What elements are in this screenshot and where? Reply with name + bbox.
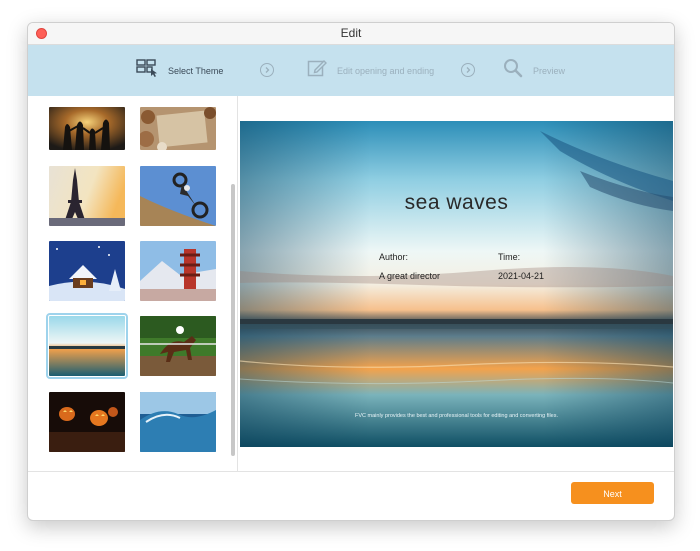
theme-thumbnail-snow-cabin[interactable] — [49, 241, 125, 301]
edit-icon — [307, 58, 327, 83]
theme-thumbnail-sea-waves[interactable] — [46, 313, 128, 379]
step-label: Preview — [533, 65, 566, 76]
theme-list-scrollbar[interactable] — [231, 184, 235, 456]
theme-thumbnail-horse-race[interactable] — [140, 316, 216, 376]
preview-background-image — [240, 121, 673, 447]
step-label: Select Theme — [168, 65, 224, 76]
step-bar: Select Theme Edit opening and ending Pre… — [28, 45, 674, 96]
author-label: Author: — [379, 252, 409, 262]
search-icon — [503, 58, 523, 83]
theme-thumbnail-halloween-pumpkins[interactable] — [49, 392, 125, 452]
theme-thumbnail-paper-note[interactable] — [140, 107, 216, 150]
preview-title: sea waves — [404, 191, 509, 214]
time-value: 2021-04-21 — [498, 271, 545, 281]
title-bar: Edit — [28, 23, 674, 45]
preview-footer-text: FVC mainly provides the best and profess… — [355, 413, 558, 419]
theme-thumbnail-motocross[interactable] — [140, 166, 216, 226]
author-value: A great director — [379, 271, 441, 281]
theme-thumbnail-eiffel-tower[interactable] — [49, 166, 125, 226]
theme-preview: sea waves Author: Time: A great director… — [240, 121, 673, 447]
theme-list[interactable] — [28, 96, 238, 471]
step-select-theme[interactable]: Select Theme — [136, 45, 223, 96]
step-preview[interactable]: Preview — [503, 45, 565, 96]
next-step-arrow-icon — [260, 63, 274, 77]
edit-window: Edit Select Theme Edit opening and endin… — [27, 22, 675, 521]
step-edit-opening-ending[interactable]: Edit opening and ending — [307, 45, 434, 96]
next-step-arrow-icon — [461, 63, 475, 77]
theme-thumbnail-family-sunset[interactable] — [49, 107, 125, 150]
theme-thumbnail-pagoda-mountain[interactable] — [140, 241, 216, 301]
step-label: Edit opening and ending — [337, 65, 435, 76]
window-title: Edit — [340, 26, 362, 40]
grid-select-icon — [136, 59, 158, 82]
next-button[interactable]: Next — [571, 482, 654, 504]
content-area: sea waves Author: Time: A great director… — [28, 96, 674, 472]
theme-thumbnail-ocean-wave[interactable] — [140, 392, 216, 452]
time-label: Time: — [498, 252, 521, 262]
